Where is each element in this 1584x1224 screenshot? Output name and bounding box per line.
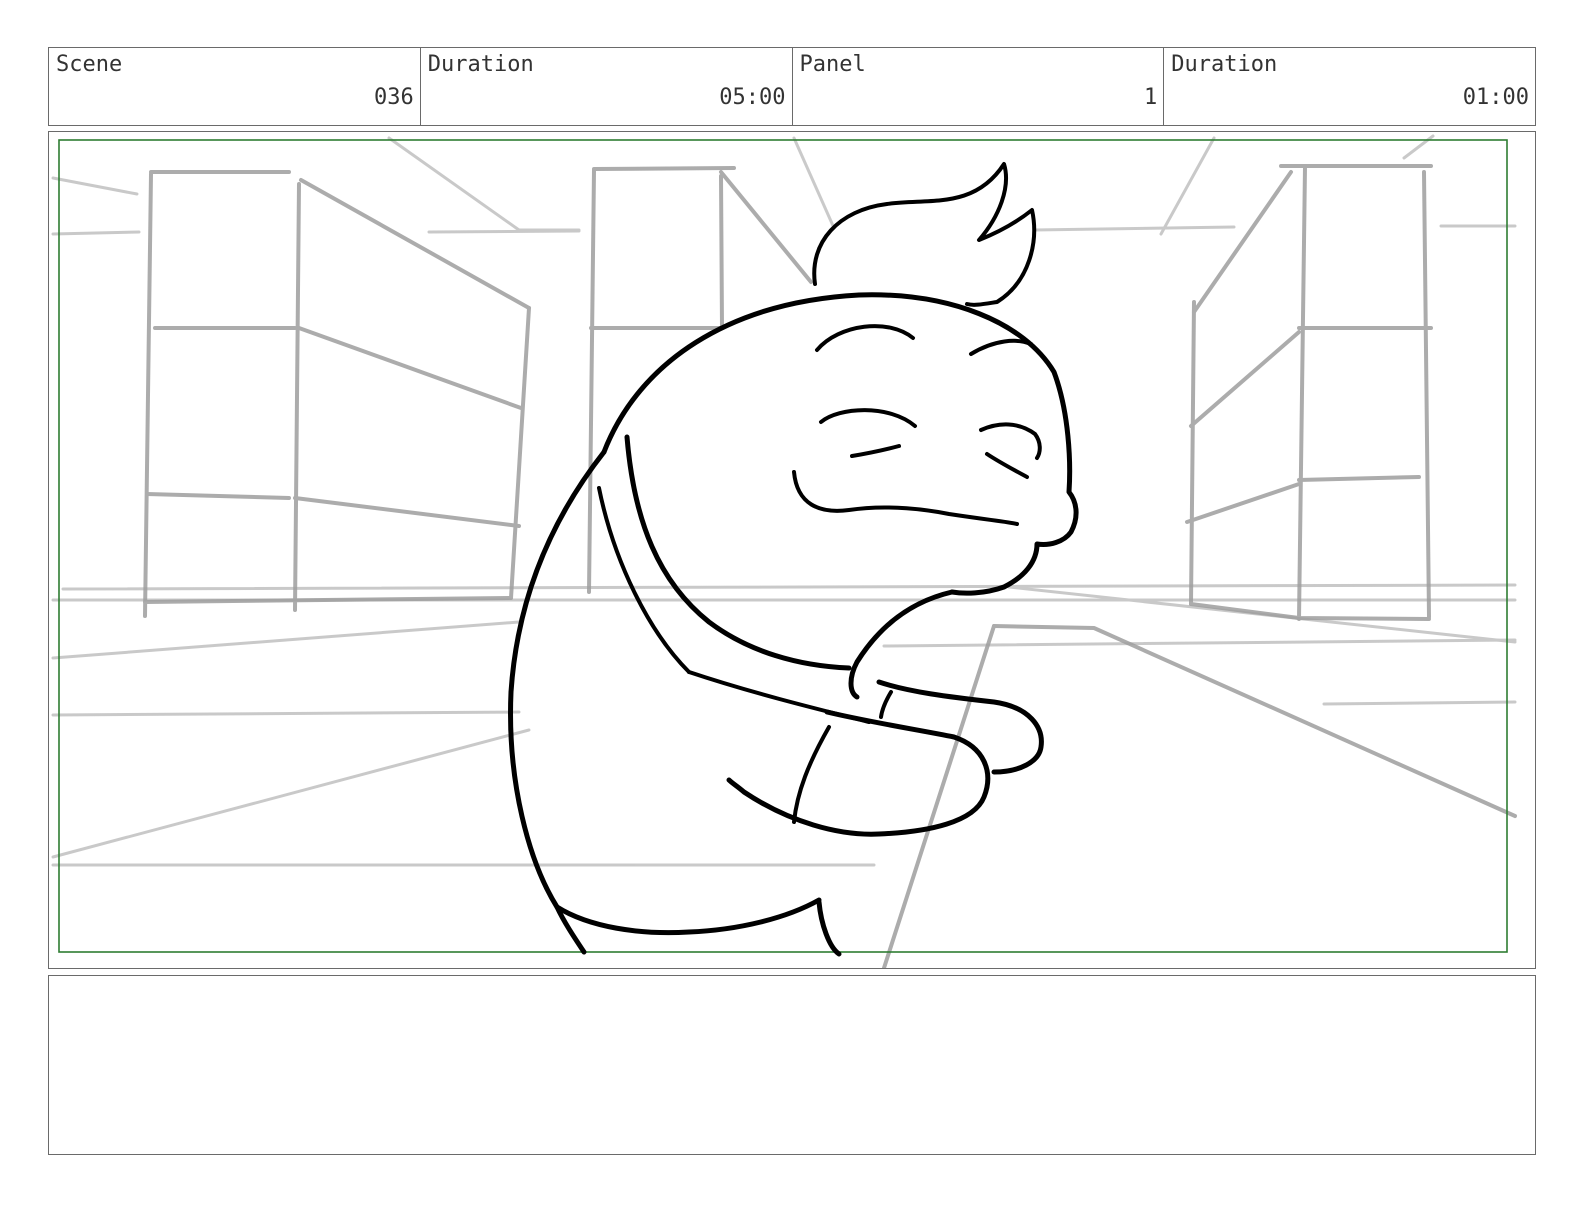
- panel-duration-cell: Duration 01:00: [1164, 48, 1535, 125]
- scene-cell: Scene 036: [49, 48, 421, 125]
- scene-label: Scene: [56, 52, 123, 77]
- panel-number: 1: [1144, 85, 1158, 110]
- storyboard-header: Scene 036 Duration 05:00 Panel 1 Duratio…: [48, 47, 1536, 126]
- scene-duration-label: Duration: [427, 52, 534, 77]
- character-sketch: [508, 162, 1079, 957]
- panel-label: Panel: [799, 52, 866, 77]
- scene-duration-cell: Duration 05:00: [421, 48, 793, 125]
- scene-number: 036: [374, 85, 414, 110]
- panel-sketch: [51, 134, 1517, 968]
- background-sketch: [51, 134, 1517, 968]
- panel-duration-label: Duration: [1171, 52, 1278, 77]
- panel-notes[interactable]: [48, 975, 1536, 1155]
- storyboard-panel: [48, 131, 1536, 969]
- scene-duration-value: 05:00: [719, 85, 786, 110]
- panel-duration-value: 01:00: [1462, 85, 1529, 110]
- panel-cell: Panel 1: [793, 48, 1165, 125]
- safe-area-frame: [58, 139, 1508, 953]
